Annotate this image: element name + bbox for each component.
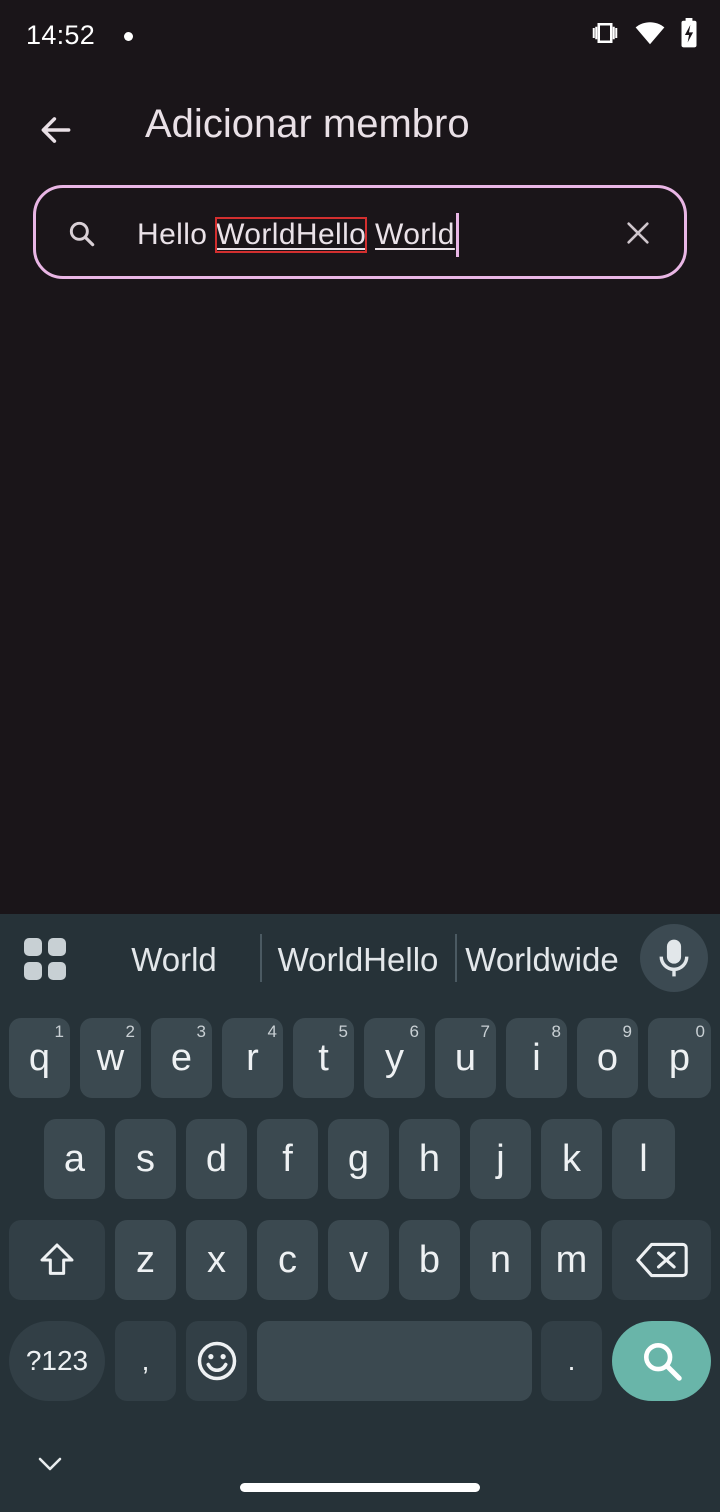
key-label: w: [96, 1036, 125, 1079]
search-icon: [643, 1342, 682, 1381]
key-k[interactable]: k: [541, 1119, 602, 1199]
key-y[interactable]: y6: [364, 1018, 425, 1098]
key-hint: 1: [54, 1022, 64, 1041]
microphone-icon: [659, 939, 689, 977]
key-hint: 4: [267, 1022, 277, 1041]
emoji-key[interactable]: [186, 1321, 247, 1401]
search-text-composing: World: [375, 218, 455, 251]
suggestion-bar: World WorldHello Worldwide: [0, 914, 720, 1004]
page-title: Adicionar membro: [145, 102, 470, 146]
space-key[interactable]: [257, 1321, 532, 1401]
backspace-icon: [635, 1242, 688, 1278]
key-hint: 7: [480, 1022, 490, 1041]
voice-input-button[interactable]: [640, 924, 708, 992]
clear-button[interactable]: [620, 215, 656, 251]
home-indicator[interactable]: [240, 1483, 480, 1492]
key-b[interactable]: b: [399, 1220, 460, 1300]
key-z[interactable]: z: [115, 1220, 176, 1300]
key-v[interactable]: v: [328, 1220, 389, 1300]
search-action-key[interactable]: [612, 1321, 711, 1401]
key-n[interactable]: n: [470, 1220, 531, 1300]
backspace-key[interactable]: [612, 1220, 711, 1300]
back-button[interactable]: [28, 102, 84, 158]
key-p[interactable]: p0: [648, 1018, 711, 1098]
search-text-part: [366, 218, 375, 252]
period-key[interactable]: .: [541, 1321, 602, 1401]
arrow-back-icon: [41, 117, 71, 143]
key-m[interactable]: m: [541, 1220, 602, 1300]
apps-grid-icon[interactable]: [22, 936, 68, 982]
key-l[interactable]: l: [612, 1119, 675, 1199]
key-hint: 0: [695, 1022, 705, 1041]
search-input[interactable]: Hello WorldHello World: [137, 213, 459, 257]
suggestion-1[interactable]: World: [90, 938, 258, 982]
key-c[interactable]: c: [257, 1220, 318, 1300]
key-label: t: [318, 1036, 329, 1079]
key-h[interactable]: h: [399, 1119, 460, 1199]
vibrate-icon: [592, 23, 618, 43]
emoji-icon: [197, 1341, 236, 1381]
key-w[interactable]: w2: [80, 1018, 141, 1098]
key-label: r: [246, 1036, 259, 1079]
search-text-highlighted: WorldHello: [215, 217, 368, 253]
symbols-key[interactable]: ?123: [9, 1321, 105, 1401]
shift-arrow-icon: [40, 1243, 74, 1275]
key-s[interactable]: s: [115, 1119, 176, 1199]
key-hint: 5: [338, 1022, 348, 1041]
search-field[interactable]: Hello WorldHello World: [33, 185, 687, 279]
key-e[interactable]: e3: [151, 1018, 212, 1098]
key-q[interactable]: q1: [9, 1018, 70, 1098]
status-bar: 14:52: [0, 0, 720, 72]
key-x[interactable]: x: [186, 1220, 247, 1300]
key-label: i: [532, 1036, 541, 1079]
key-hint: 9: [622, 1022, 632, 1041]
key-t[interactable]: t5: [293, 1018, 354, 1098]
key-label: e: [170, 1036, 193, 1079]
suggestion-2[interactable]: WorldHello: [262, 938, 454, 982]
key-label: q: [28, 1036, 51, 1079]
chevron-down-icon[interactable]: [35, 1452, 65, 1476]
key-hint: 6: [409, 1022, 419, 1041]
text-caret: [455, 213, 459, 257]
key-a[interactable]: a: [44, 1119, 105, 1199]
key-hint: 2: [125, 1022, 135, 1041]
key-label: u: [454, 1036, 477, 1079]
key-i[interactable]: i8: [506, 1018, 567, 1098]
battery-charging-icon: [681, 18, 697, 48]
suggestion-3[interactable]: Worldwide: [457, 938, 627, 982]
key-label: y: [385, 1036, 404, 1079]
key-u[interactable]: u7: [435, 1018, 496, 1098]
comma-key[interactable]: ,: [115, 1321, 176, 1401]
search-text-part: Hello: [137, 218, 217, 251]
key-label: o: [596, 1036, 619, 1079]
key-hint: 8: [551, 1022, 561, 1041]
key-g[interactable]: g: [328, 1119, 389, 1199]
key-d[interactable]: d: [186, 1119, 247, 1199]
status-icons: [590, 18, 698, 48]
status-time: 14:52: [26, 20, 96, 50]
key-o[interactable]: o9: [577, 1018, 638, 1098]
key-f[interactable]: f: [257, 1119, 318, 1199]
key-hint: 3: [196, 1022, 206, 1041]
notification-dot: [124, 32, 133, 41]
app-bar: Adicionar membro: [0, 80, 720, 176]
shift-key[interactable]: [9, 1220, 105, 1300]
keyboard: World WorldHello Worldwide q1 w2 e3 r4 t…: [0, 914, 720, 1512]
wifi-icon: [635, 22, 665, 45]
key-label: p: [668, 1036, 691, 1079]
search-icon: [69, 221, 95, 247]
close-icon: [627, 222, 649, 244]
key-r[interactable]: r4: [222, 1018, 283, 1098]
key-j[interactable]: j: [470, 1119, 531, 1199]
